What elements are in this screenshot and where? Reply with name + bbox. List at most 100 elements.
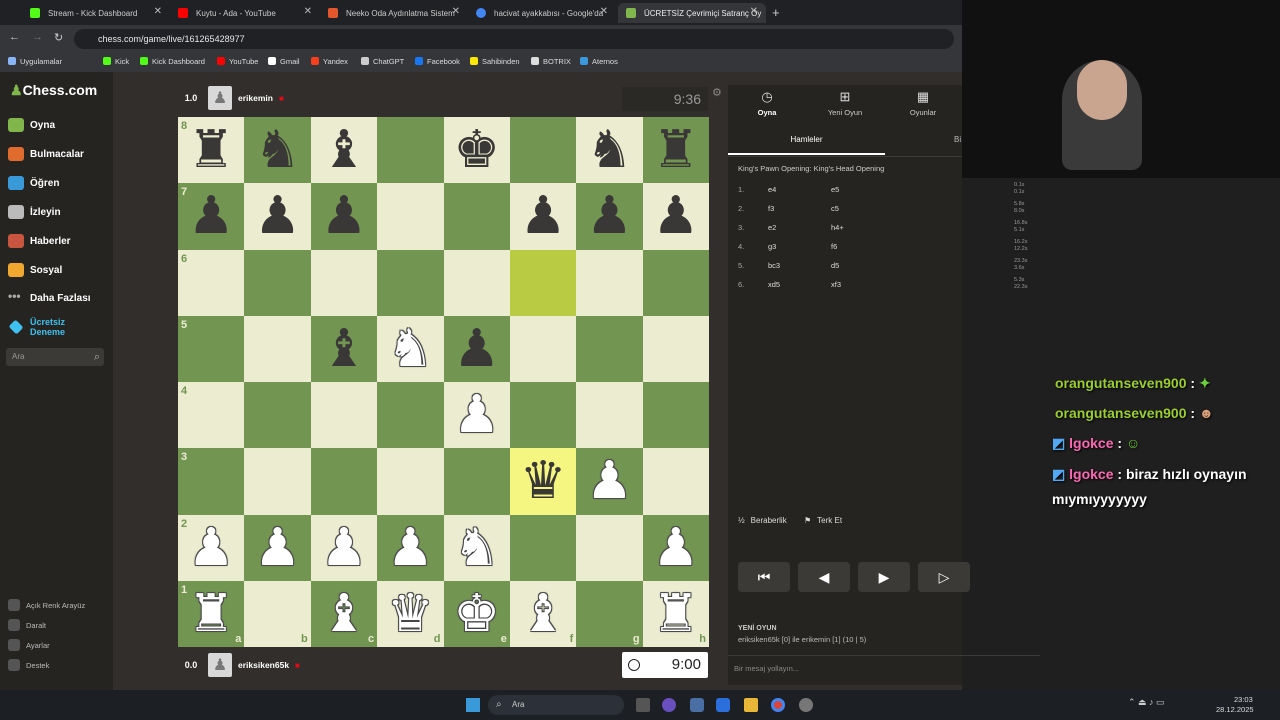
square-h2[interactable]: ♟: [642, 514, 709, 581]
chess-board[interactable]: 8 ♜ ♞ ♝ ♚ ♞ ♜ 7 ♟ ♟ ♟ ♟ ♟ ♟ 6 5 ♝ ♞ ♟ 4 ♟ 3 ♛ ♟ 2 ♟ ♟ ♟ ♟ ♞ ♟ 1 a ♜ b c ♝ d ♛ e…: [178, 117, 709, 647]
square-g6[interactable]: [576, 249, 643, 316]
white-pawn-piece[interactable]: ♟: [586, 455, 633, 507]
chrome-icon[interactable]: [771, 698, 785, 712]
close-icon[interactable]: ✕: [600, 6, 608, 17]
black-pawn-piece[interactable]: ♟: [653, 190, 700, 242]
gear-icon[interactable]: ⚙: [712, 86, 722, 99]
square-h7[interactable]: ♟: [642, 183, 709, 250]
white-bishop-piece[interactable]: ♝: [520, 588, 567, 640]
bookmark[interactable]: ChatGPT: [361, 57, 404, 66]
white-knight-piece[interactable]: ♞: [453, 522, 500, 574]
square-g2[interactable]: [576, 514, 643, 581]
square-h3[interactable]: [642, 448, 709, 515]
square-f1[interactable]: f ♝: [509, 580, 577, 647]
bookmark[interactable]: Kick Dashboard: [140, 57, 205, 66]
square-c5[interactable]: ♝: [310, 315, 378, 382]
black-move[interactable]: xf3: [831, 280, 841, 294]
browser-tab[interactable]: Stream - Kick Dashboard ✕: [22, 3, 170, 23]
square-g5[interactable]: [576, 315, 643, 382]
square-g8[interactable]: ♞: [576, 117, 643, 184]
subtab-moves[interactable]: Hamleler: [728, 135, 885, 155]
bookmark[interactable]: Sahibinden: [470, 57, 520, 66]
task-view-icon[interactable]: [636, 698, 650, 712]
square-a1[interactable]: 1 a ♜: [178, 580, 245, 647]
black-move[interactable]: h4+: [831, 223, 844, 237]
forward-icon[interactable]: →: [32, 31, 43, 43]
square-f2[interactable]: [509, 514, 577, 581]
black-pawn-piece[interactable]: ♟: [188, 190, 235, 242]
black-pawn-piece[interactable]: ♟: [321, 190, 368, 242]
square-c3[interactable]: [310, 448, 378, 515]
prev-move-button[interactable]: ◀: [798, 562, 850, 592]
square-c1[interactable]: c ♝: [310, 580, 378, 647]
tab-new-game[interactable]: ⊞ Yeni Oyun: [815, 89, 875, 117]
footer-settings[interactable]: Ayarlar: [8, 639, 50, 651]
white-rook-piece[interactable]: ♜: [188, 588, 235, 640]
footer-collapse[interactable]: Daralt: [8, 619, 46, 631]
square-b7[interactable]: ♟: [244, 183, 311, 250]
square-h5[interactable]: [642, 315, 709, 382]
square-e5[interactable]: ♟: [443, 315, 510, 382]
square-g3[interactable]: ♟: [576, 448, 643, 515]
sidebar-item-social[interactable]: Sosyal: [8, 263, 62, 277]
avatar[interactable]: ♟: [208, 86, 232, 110]
square-a8[interactable]: 8 ♜: [178, 117, 245, 184]
sidebar-item-puzzles[interactable]: Bulmacalar: [8, 147, 84, 161]
message-input[interactable]: Bir mesaj yollayın...: [728, 655, 1040, 679]
reload-icon[interactable]: ↻: [54, 31, 63, 44]
avatar[interactable]: ♟: [208, 653, 232, 677]
black-rook-piece[interactable]: ♜: [653, 124, 700, 176]
square-c6[interactable]: [310, 249, 378, 316]
square-a6[interactable]: 6: [178, 249, 245, 316]
square-d4[interactable]: [377, 382, 444, 449]
forward-move-button[interactable]: ▷: [918, 562, 970, 592]
square-c8[interactable]: ♝: [310, 117, 378, 184]
settings-app-icon[interactable]: [690, 698, 704, 712]
square-h8[interactable]: ♜: [642, 117, 709, 184]
square-g7[interactable]: ♟: [576, 183, 643, 250]
white-pawn-piece[interactable]: ♟: [254, 522, 301, 574]
black-knight-piece[interactable]: ♞: [586, 124, 633, 176]
sidebar-item-learn[interactable]: Öğren: [8, 176, 59, 190]
bookmark[interactable]: Facebook: [415, 57, 460, 66]
square-a4[interactable]: 4: [178, 382, 245, 449]
square-c7[interactable]: ♟: [310, 183, 378, 250]
white-pawn-piece[interactable]: ♟: [387, 522, 434, 574]
square-e4[interactable]: ♟: [443, 382, 510, 449]
black-move[interactable]: e5: [831, 185, 839, 199]
white-pawn-piece[interactable]: ♟: [188, 522, 235, 574]
new-tab-button[interactable]: +: [772, 5, 780, 20]
black-bishop-piece[interactable]: ♝: [321, 323, 368, 375]
close-icon[interactable]: ✕: [750, 6, 758, 17]
search-icon[interactable]: ⌕: [94, 348, 100, 366]
square-b3[interactable]: [244, 448, 311, 515]
white-pawn-piece[interactable]: ♟: [653, 522, 700, 574]
browser-tab[interactable]: hacivat ayakkabısı - Google'da ✕: [468, 3, 616, 23]
square-f4[interactable]: [509, 382, 577, 449]
square-h6[interactable]: [642, 249, 709, 316]
square-b5[interactable]: [244, 315, 311, 382]
black-pawn-piece[interactable]: ♟: [520, 190, 567, 242]
url-bar[interactable]: chess.com/game/live/161265428977: [74, 29, 954, 49]
store-icon[interactable]: [716, 698, 730, 712]
draw-button[interactable]: ½ Beraberlik: [738, 516, 787, 525]
white-move[interactable]: f3: [768, 204, 774, 218]
square-f5[interactable]: [509, 315, 577, 382]
square-d7[interactable]: [377, 183, 444, 250]
black-pawn-piece[interactable]: ♟: [254, 190, 301, 242]
close-icon[interactable]: ✕: [154, 6, 162, 17]
square-f8[interactable]: [509, 117, 577, 184]
white-move[interactable]: e4: [768, 185, 776, 199]
black-move[interactable]: d5: [831, 261, 839, 275]
bookmark[interactable]: Aternos: [580, 57, 618, 66]
bookmark[interactable]: Yandex: [311, 57, 348, 66]
browser-tab[interactable]: Kuytu - Ada - YouTube ✕: [170, 3, 320, 23]
sidebar-item-news[interactable]: Haberler: [8, 234, 71, 248]
square-e1[interactable]: e ♚: [443, 580, 510, 647]
browser-tab[interactable]: Neeko Oda Aydınlatma Sistem ✕: [320, 3, 468, 23]
square-b6[interactable]: [244, 249, 311, 316]
bookmark-apps[interactable]: Uygulamalar: [8, 57, 62, 66]
white-move[interactable]: g3: [768, 242, 776, 256]
square-f3[interactable]: ♛: [509, 448, 577, 515]
black-move[interactable]: c5: [831, 204, 839, 218]
